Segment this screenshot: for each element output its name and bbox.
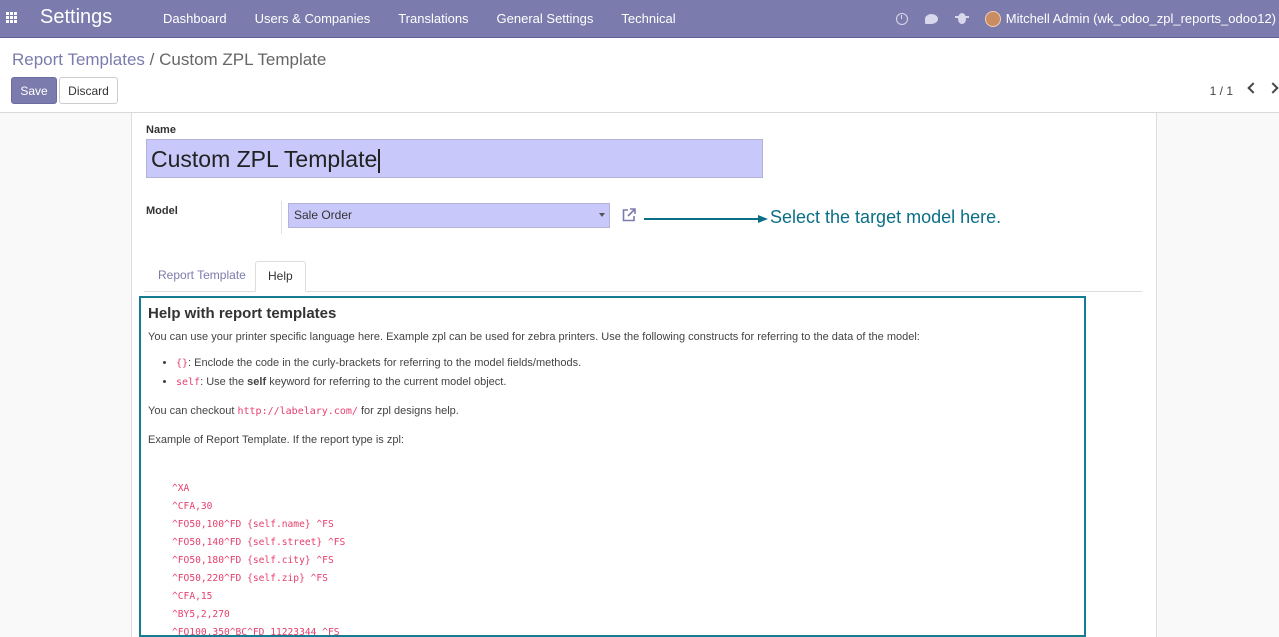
help-example-intro: Example of Report Template. If the repor… <box>148 434 404 446</box>
app-title: Settings <box>40 6 113 28</box>
top-navbar: Settings Dashboard Users & Companies Tra… <box>0 0 1279 38</box>
user-name: Mitchell Admin (wk_odoo_zpl_reports_odoo… <box>1005 11 1276 26</box>
bold-keyword: self <box>247 376 267 388</box>
activity-clock-icon[interactable] <box>895 12 909 26</box>
code-line: ^FO50,140^FD {self.street} ^FS <box>172 537 346 548</box>
breadcrumb-separator: / <box>149 50 155 69</box>
control-panel: Report Templates / Custom ZPL Template S… <box>0 38 1279 113</box>
model-select-value: Sale Order <box>294 208 353 222</box>
help-intro: You can use your printer specific langua… <box>148 331 920 343</box>
checkout-text: You can checkout <box>148 405 238 417</box>
save-button[interactable]: Save <box>11 77 57 104</box>
chevron-down-icon <box>599 213 605 217</box>
pager-next-icon[interactable] <box>1267 81 1279 95</box>
form-sheet: Name Custom ZPL Template Model Sale Orde… <box>131 113 1157 637</box>
labelary-link[interactable]: http://labelary.com/ <box>238 406 358 417</box>
debug-bug-icon[interactable] <box>954 12 969 26</box>
code-line: ^XA <box>172 483 190 494</box>
list-item-text: : Use the <box>200 376 248 388</box>
list-item: self: Use the self keyword for referring… <box>176 375 581 390</box>
code-curly-brackets: {} <box>176 358 189 369</box>
field-divider <box>281 201 282 234</box>
name-input[interactable]: Custom ZPL Template <box>146 139 763 178</box>
code-self: self <box>176 377 201 388</box>
external-link-icon[interactable] <box>621 207 637 223</box>
help-panel: Help with report templates You can use y… <box>139 296 1086 637</box>
notebook-tabs: Report Template Help <box>144 261 1142 292</box>
code-line: ^FO50,180^FD {self.city} ^FS <box>172 555 334 566</box>
annotation-text: Select the target model here. <box>770 207 1002 227</box>
code-line: ^CFA,15 <box>172 591 213 602</box>
menu-item-translations[interactable]: Translations <box>398 11 468 26</box>
main-menu: Dashboard Users & Companies Translations… <box>154 11 695 26</box>
model-label: Model <box>146 205 178 217</box>
code-line: ^FO100,350^BC^FD 11223344 ^FS <box>172 627 340 637</box>
user-menu[interactable]: Mitchell Admin (wk_odoo_zpl_reports_odoo… <box>984 10 1279 27</box>
pager-value: 1 / 1 <box>1209 84 1233 98</box>
help-checkout: You can checkout http://labelary.com/ fo… <box>148 405 459 417</box>
menu-item-dashboard[interactable]: Dashboard <box>163 11 227 26</box>
checkout-text-after: for zpl designs help. <box>357 405 459 417</box>
systray: Mitchell Admin (wk_odoo_zpl_reports_odoo… <box>895 0 1279 37</box>
annotation-arrow-icon <box>644 215 768 223</box>
code-line: ^FO50,220^FD {self.zip} ^FS <box>172 573 328 584</box>
breadcrumb-report-templates[interactable]: Report Templates <box>12 50 145 69</box>
breadcrumb: Report Templates / Custom ZPL Template <box>12 50 326 70</box>
name-value: Custom ZPL Template <box>151 146 378 172</box>
tab-report-template[interactable]: Report Template <box>146 261 258 291</box>
help-title: Help with report templates <box>148 305 337 322</box>
code-line: ^BY5,2,270 <box>172 609 230 620</box>
help-list: {}: Enclode the code in the curly-bracke… <box>163 356 581 394</box>
discard-button[interactable]: Discard <box>59 77 118 104</box>
apps-menu-icon[interactable] <box>6 12 17 23</box>
pager-previous-icon[interactable] <box>1246 81 1259 95</box>
text-cursor <box>378 148 380 173</box>
zpl-code-block: ^XA ^CFA,30 ^FO50,100^FD {self.name} ^FS ^F… <box>172 480 346 637</box>
list-item: {}: Enclode the code in the curly-bracke… <box>176 356 581 371</box>
code-line: ^CFA,30 <box>172 501 213 512</box>
list-item-text: : Enclode the code in the curly-brackets… <box>188 357 582 369</box>
model-select[interactable]: Sale Order <box>288 203 610 228</box>
name-label: Name <box>146 124 176 136</box>
tab-help[interactable]: Help <box>255 261 306 292</box>
breadcrumb-current: Custom ZPL Template <box>159 50 327 69</box>
menu-item-general-settings[interactable]: General Settings <box>497 11 594 26</box>
code-line: ^FO50,100^FD {self.name} ^FS <box>172 519 334 530</box>
list-item-text: keyword for referring to the current mod… <box>266 376 507 388</box>
avatar <box>984 10 1001 27</box>
menu-item-technical[interactable]: Technical <box>621 11 675 26</box>
messaging-chat-icon[interactable] <box>925 12 939 26</box>
menu-item-users-companies[interactable]: Users & Companies <box>255 11 371 26</box>
